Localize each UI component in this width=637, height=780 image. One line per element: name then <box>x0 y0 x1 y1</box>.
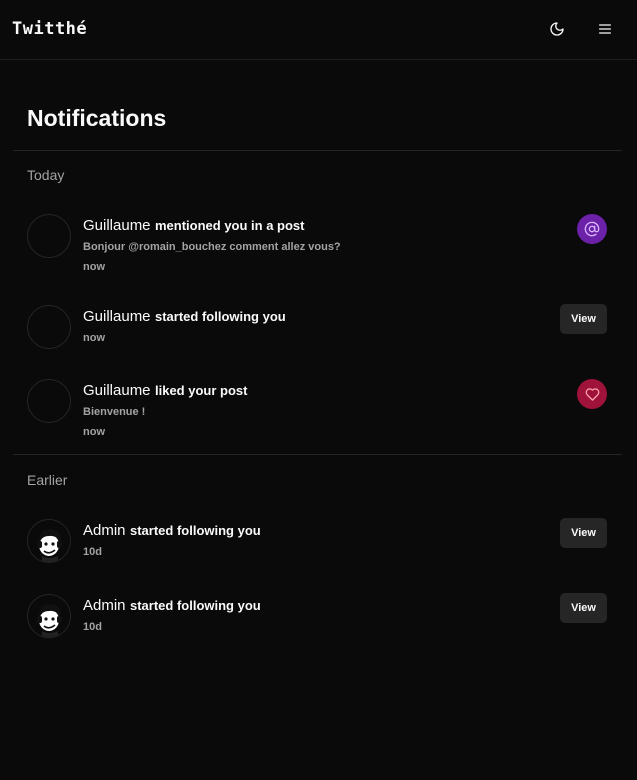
theme-toggle-button[interactable] <box>546 18 568 40</box>
divider <box>13 150 622 151</box>
notification-actor[interactable]: Admin <box>83 522 126 539</box>
like-badge <box>577 379 607 409</box>
page-title: Notifications <box>27 105 167 131</box>
notification-item[interactable]: Guillaume liked your post Bienvenue ! no… <box>0 379 637 449</box>
notification-action: started following you <box>129 523 261 538</box>
notification-actor[interactable]: Guillaume <box>83 308 151 325</box>
at-icon <box>584 221 600 237</box>
heart-icon <box>585 387 599 401</box>
avatar[interactable] <box>27 519 71 563</box>
avatar[interactable] <box>27 594 71 638</box>
section-label-earlier: Earlier <box>27 472 68 488</box>
notification-preview: Bonjour @romain_bouchez comment allez vo… <box>83 241 341 253</box>
view-button[interactable]: View <box>560 518 607 548</box>
notification-item[interactable]: Admin started following you 10d View <box>0 593 637 664</box>
avatar[interactable] <box>27 379 71 423</box>
avatar[interactable] <box>27 214 71 258</box>
section-label-today: Today <box>27 167 65 183</box>
notification-item[interactable]: Guillaume started following you now View <box>0 304 637 375</box>
menu-button[interactable] <box>594 18 616 40</box>
menu-icon <box>599 24 611 34</box>
top-bar: Twitthé <box>0 0 637 60</box>
notification-preview: Bienvenue ! <box>83 406 146 418</box>
notification-action: started following you <box>129 598 261 613</box>
notification-item[interactable]: Guillaume mentioned you in a post Bonjou… <box>0 214 637 284</box>
moon-icon <box>550 22 564 36</box>
notification-time: 10d <box>83 621 102 633</box>
view-button[interactable]: View <box>560 304 607 334</box>
notification-item[interactable]: Admin started following you 10d View <box>0 518 637 589</box>
admin-avatar-image <box>28 595 70 637</box>
notification-actor[interactable]: Guillaume <box>83 217 151 234</box>
notification-action: liked your post <box>154 383 248 398</box>
avatar[interactable] <box>27 305 71 349</box>
brand-logo[interactable]: Twitthé <box>12 19 87 39</box>
divider <box>13 454 622 455</box>
notification-time: now <box>83 261 105 273</box>
notification-actor[interactable]: Admin <box>83 597 126 614</box>
notification-actor[interactable]: Guillaume <box>83 382 151 399</box>
notification-action: mentioned you in a post <box>154 218 305 233</box>
notification-time: now <box>83 426 105 438</box>
admin-avatar-image <box>28 520 70 562</box>
notification-action: started following you <box>154 309 286 324</box>
notification-time: 10d <box>83 546 102 558</box>
notification-time: now <box>83 332 105 344</box>
mention-badge <box>577 214 607 244</box>
view-button[interactable]: View <box>560 593 607 623</box>
